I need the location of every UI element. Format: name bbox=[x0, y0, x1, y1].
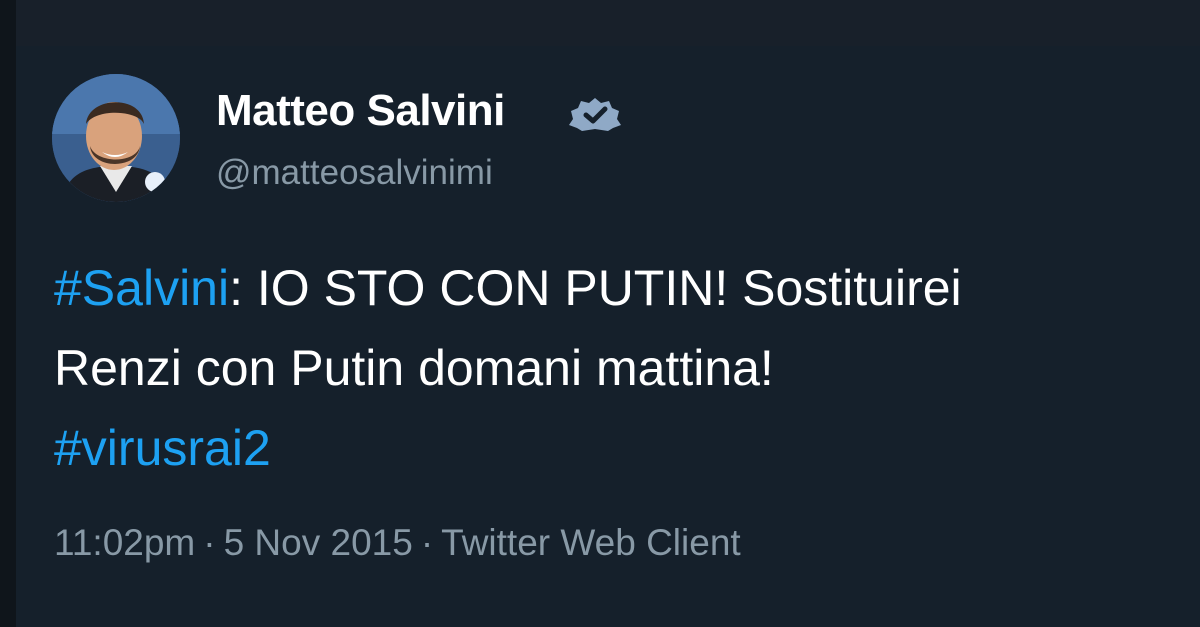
hashtag-virusrai2[interactable]: #virusrai2 bbox=[54, 420, 271, 476]
verified-badge-icon bbox=[569, 98, 621, 131]
meta-separator: · bbox=[420, 522, 434, 563]
meta-separator: · bbox=[203, 522, 216, 563]
tweet-source[interactable]: Twitter Web Client bbox=[441, 522, 741, 563]
top-border bbox=[16, 0, 1200, 46]
hashtag-salvini[interactable]: #Salvini bbox=[54, 260, 229, 316]
tweet-meta: 11:02pm · 5 Nov 2015 · Twitter Web Client bbox=[54, 522, 741, 564]
tweet-text: #Salvini: IO STO CON PUTIN! Sostituirei … bbox=[54, 248, 1164, 488]
avatar-image bbox=[52, 74, 180, 202]
tweet-line-1: #Salvini: IO STO CON PUTIN! Sostituirei bbox=[54, 248, 1164, 328]
tweet-date[interactable]: 5 Nov 2015 bbox=[224, 522, 413, 563]
tweet-line-3: #virusrai2 bbox=[54, 408, 1164, 488]
user-handle[interactable]: @matteosalvinimi bbox=[216, 153, 493, 193]
left-border bbox=[0, 0, 16, 627]
tweet-screenshot: Matteo Salvini @matteosalvinimi #Salvini… bbox=[0, 0, 1200, 627]
tweet-text-segment: : IO STO CON PUTIN! Sostituirei bbox=[229, 260, 962, 316]
display-name[interactable]: Matteo Salvini bbox=[216, 86, 505, 136]
tweet-time[interactable]: 11:02pm bbox=[54, 522, 195, 563]
tweet-line-2: Renzi con Putin domani mattina! bbox=[54, 340, 774, 396]
avatar[interactable] bbox=[52, 74, 180, 202]
